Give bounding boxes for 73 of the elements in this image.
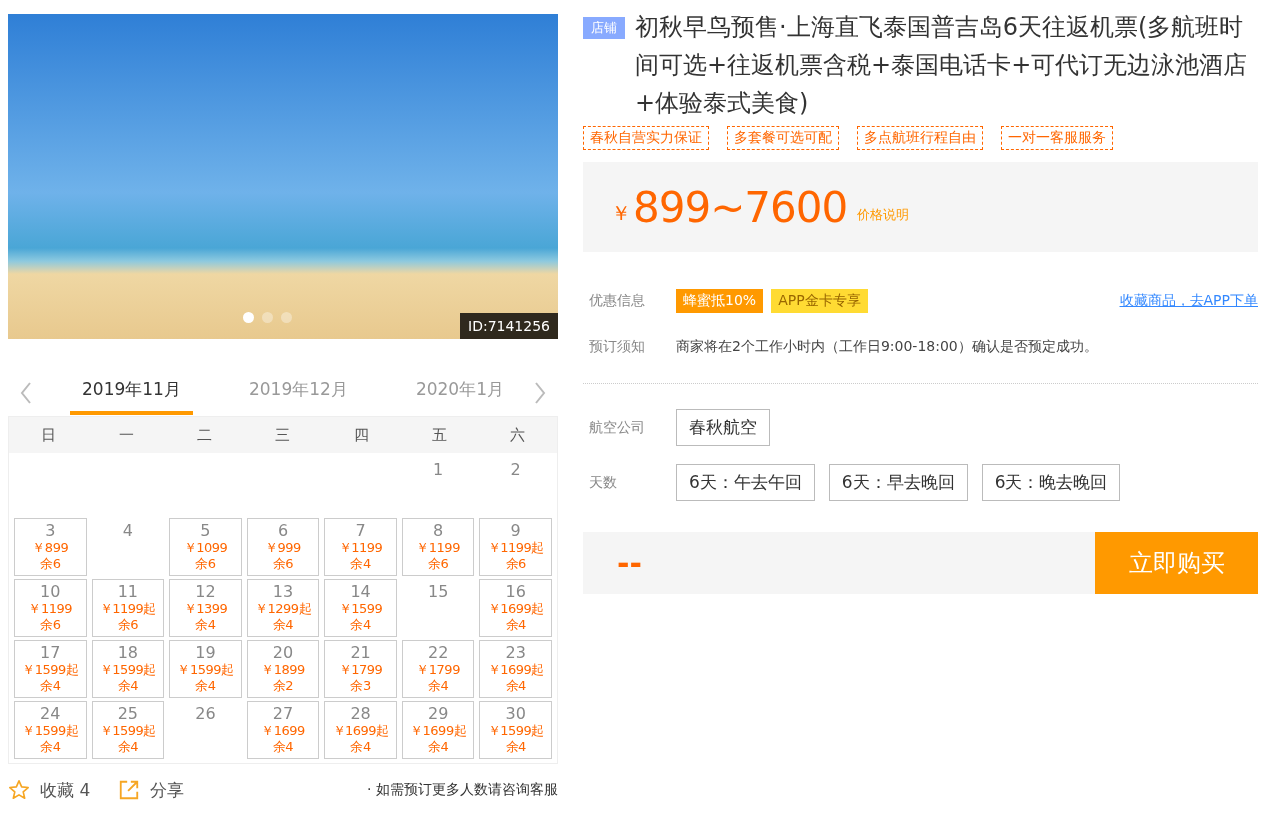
date-cell[interactable]: 25 ￥1599起 余4 <box>91 701 165 759</box>
share-icon <box>118 779 141 801</box>
feature-tag: 春秋自营实力保证 <box>583 126 709 150</box>
date-cell[interactable]: 28 ￥1699起 余4 <box>324 701 397 759</box>
weekday-label: 五 <box>431 425 449 445</box>
weekday-label: 二 <box>196 425 214 445</box>
month-tab[interactable]: 2020年1月 <box>403 370 516 415</box>
row-label: 航空公司 <box>589 418 646 437</box>
date-cell[interactable]: 9 ￥1199起 余6 <box>479 518 552 576</box>
weekday-label: 四 <box>352 425 370 445</box>
feature-tag: 多套餐可选可配 <box>727 126 839 150</box>
date-number: 26 <box>195 705 216 723</box>
promo-badge: APP金卡专享 <box>771 289 868 313</box>
id-label: ID:7141256 <box>460 313 558 339</box>
month-tab[interactable]: 2019年12月 <box>236 370 360 415</box>
date-cell[interactable]: 14 ￥1599 余4 <box>324 579 397 637</box>
feature-tag: 一对一客服服务 <box>1001 126 1113 150</box>
weekday-label: 一 <box>117 425 135 445</box>
date-cell[interactable]: 6 ￥999 余6 <box>246 518 320 576</box>
date-cell[interactable]: 20 ￥1899 余2 <box>246 640 320 698</box>
feature-tag: 多点航班行程自由 <box>857 126 983 150</box>
date-cell[interactable]: 12 ￥1399 余4 <box>169 579 242 637</box>
star-icon <box>8 779 30 801</box>
notice-text: 商家将在2个工作小时内（工作日9:00-18:00）确认是否预定成功。 <box>676 338 1098 356</box>
favorite-button[interactable]: 收藏 4 <box>8 778 91 802</box>
chevron-right-icon[interactable] <box>534 381 546 404</box>
row-label: 预订须知 <box>589 338 646 356</box>
date-cell[interactable]: 27 ￥1699 余4 <box>246 701 320 759</box>
date-number: 15 <box>427 583 449 601</box>
date-cell[interactable]: 13 ￥1299起 余4 <box>246 579 320 637</box>
date-number: 4 <box>122 522 133 540</box>
option-button[interactable]: 6天：晚去晚回 <box>981 464 1121 501</box>
date-cell[interactable]: 11 ￥1199起 余6 <box>91 579 165 637</box>
date-cell[interactable]: 18 ￥1599起 余4 <box>91 640 165 698</box>
carousel-dot[interactable] <box>281 312 292 323</box>
currency-sign: ￥ <box>611 199 631 227</box>
row-label: 优惠信息 <box>589 292 646 310</box>
app-order-link[interactable]: 收藏商品，去APP下单 <box>1119 292 1258 310</box>
price-range: 899~7600 <box>633 182 848 232</box>
date-cell[interactable]: 23 ￥1699起 余4 <box>479 640 552 698</box>
note-text: · 如需预订更多人数请咨询客服 <box>367 781 558 799</box>
chevron-left-icon[interactable] <box>20 381 32 404</box>
option-button[interactable]: 6天：午去午回 <box>676 464 815 501</box>
shop-badge: 店铺 <box>583 17 625 39</box>
date-cell[interactable]: 10 ￥1199 余6 <box>14 579 87 637</box>
total-price: -- <box>617 545 642 581</box>
promo-badge: 蜂蜜抵10% <box>676 289 764 313</box>
date-cell[interactable]: 5 ￥1099 余6 <box>169 518 242 576</box>
row-label: 天数 <box>589 473 618 492</box>
date-cell[interactable]: 21 ￥1799 余3 <box>324 640 397 698</box>
buy-now-button[interactable]: 立即购买 <box>1095 532 1258 594</box>
date-cell[interactable]: 30 ￥1599起 余4 <box>479 701 552 759</box>
price-note-link[interactable]: 价格说明 <box>857 206 910 224</box>
weekday-label: 日 <box>39 425 57 445</box>
date-number: 1 <box>433 461 444 479</box>
date-cell[interactable]: 16 ￥1699起 余4 <box>479 579 552 637</box>
date-cell[interactable]: 22 ￥1799 余4 <box>401 640 475 698</box>
weekday-label: 三 <box>274 425 292 445</box>
option-button[interactable]: 春秋航空 <box>676 409 770 446</box>
date-cell[interactable]: 17 ￥1599起 余4 <box>14 640 87 698</box>
date-cell[interactable]: 8 ￥1199 余6 <box>401 518 475 576</box>
date-cell[interactable]: 19 ￥1599起 余4 <box>169 640 242 698</box>
share-button[interactable]: 分享 <box>118 778 185 802</box>
date-cell[interactable]: 7 ￥1199 余4 <box>324 518 397 576</box>
weekday-label: 六 <box>509 425 527 445</box>
product-title: 初秋早鸟预售·上海直飞泰国普吉岛6天往返机票(多航班时间可选+往返机票含税+泰国电话卡+可代订无边泳池酒店+体验泰式美食) <box>635 12 1249 119</box>
date-number: 2 <box>510 461 521 479</box>
carousel-dot[interactable] <box>262 312 273 323</box>
option-button[interactable]: 6天：早去晚回 <box>828 464 968 501</box>
date-cell[interactable]: 3 ￥899 余6 <box>14 518 87 576</box>
date-cell[interactable]: 24 ￥1599起 余4 <box>14 701 87 759</box>
carousel-dot[interactable] <box>243 312 254 323</box>
date-cell[interactable]: 29 ￥1699起 余4 <box>401 701 475 759</box>
